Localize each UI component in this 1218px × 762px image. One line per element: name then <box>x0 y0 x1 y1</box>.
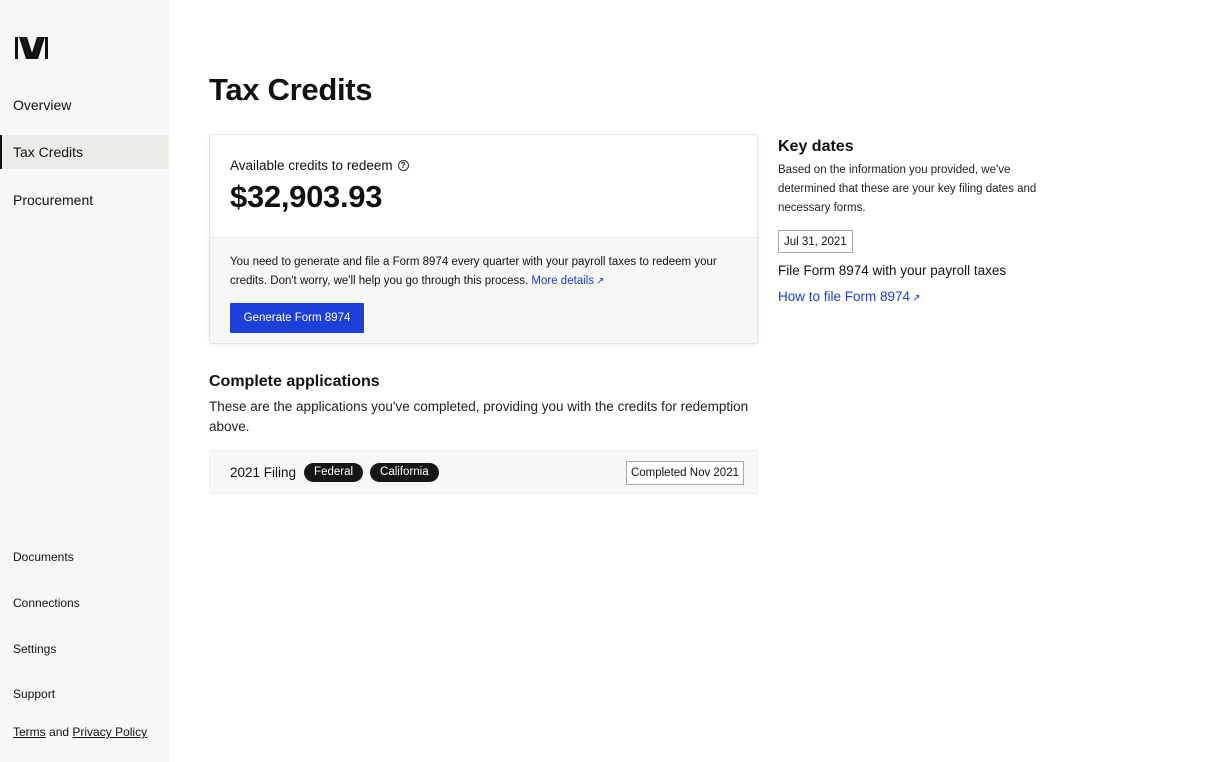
sidebar-item-connections[interactable]: Connections <box>13 596 80 610</box>
sidebar-item-settings[interactable]: Settings <box>13 642 56 656</box>
sidebar: Overview Tax Credits Procurement Documen… <box>0 0 169 762</box>
sidebar-item-label: Overview <box>13 97 72 113</box>
sidebar-item-overview[interactable]: Overview <box>0 88 169 122</box>
credits-card: Available credits to redeem ? $32,903.93… <box>209 134 758 344</box>
arrow-up-right-icon: ↗ <box>596 276 605 287</box>
status-badge: Completed Nov 2021 <box>625 461 744 485</box>
terms-link[interactable]: Terms <box>13 725 46 739</box>
filing-name: 2021 Filing <box>230 464 297 480</box>
sidebar-item-tax-credits[interactable]: Tax Credits <box>0 135 169 169</box>
key-dates-description: Based on the information you provided, w… <box>778 164 1037 214</box>
date-badge: Jul 31, 2021 <box>778 230 853 253</box>
tag-federal: Federal <box>304 462 364 482</box>
sidebar-item-procurement[interactable]: Procurement <box>0 183 169 217</box>
credits-label: Available credits to redeem <box>230 158 393 173</box>
applications-description: These are the applications you've comple… <box>209 399 749 434</box>
how-to-file-link[interactable]: How to file Form 8974 ↗ <box>778 289 920 304</box>
more-details-label: More details <box>531 275 595 287</box>
notice-text: You need to generate and file a Form 897… <box>230 256 717 287</box>
sidebar-item-support[interactable]: Support <box>13 687 55 701</box>
credits-amount: $32,903.93 <box>230 179 383 214</box>
credits-notice: You need to generate and file a Form 897… <box>210 237 757 343</box>
applications-title: Complete applications <box>209 373 380 390</box>
generate-form-button[interactable]: Generate Form 8974 <box>230 303 364 333</box>
tag-california: California <box>370 462 439 482</box>
notice-text-block: You need to generate and file a Form 897… <box>230 253 730 291</box>
credits-label-row: Available credits to redeem ? <box>230 158 737 173</box>
app-window: Overview Tax Credits Procurement Documen… <box>0 0 1218 762</box>
sidebar-item-label: Procurement <box>13 192 94 208</box>
legal-links: Terms and Privacy Policy <box>13 725 147 739</box>
sidebar-item-documents[interactable]: Documents <box>13 550 74 564</box>
key-date-task: File Form 8974 with your payroll taxes <box>778 263 1007 278</box>
more-details-link[interactable]: More details ↗ <box>531 275 604 287</box>
privacy-policy-link[interactable]: Privacy Policy <box>72 725 147 739</box>
legal-and-text: and <box>49 725 70 739</box>
page-title: Tax Credits <box>209 72 373 107</box>
credits-summary: Available credits to redeem ? $32,903.93 <box>210 135 757 237</box>
m-logo-icon[interactable] <box>15 35 49 61</box>
sidebar-item-label: Tax Credits <box>13 144 84 160</box>
question-circle-icon[interactable]: ? <box>397 160 409 171</box>
application-row[interactable]: 2021 Filing Federal California Completed… <box>209 450 758 494</box>
arrow-up-right-icon: ↗ <box>912 293 921 304</box>
how-to-file-label: How to file Form 8974 <box>778 289 911 304</box>
key-dates-title: Key dates <box>778 138 854 155</box>
